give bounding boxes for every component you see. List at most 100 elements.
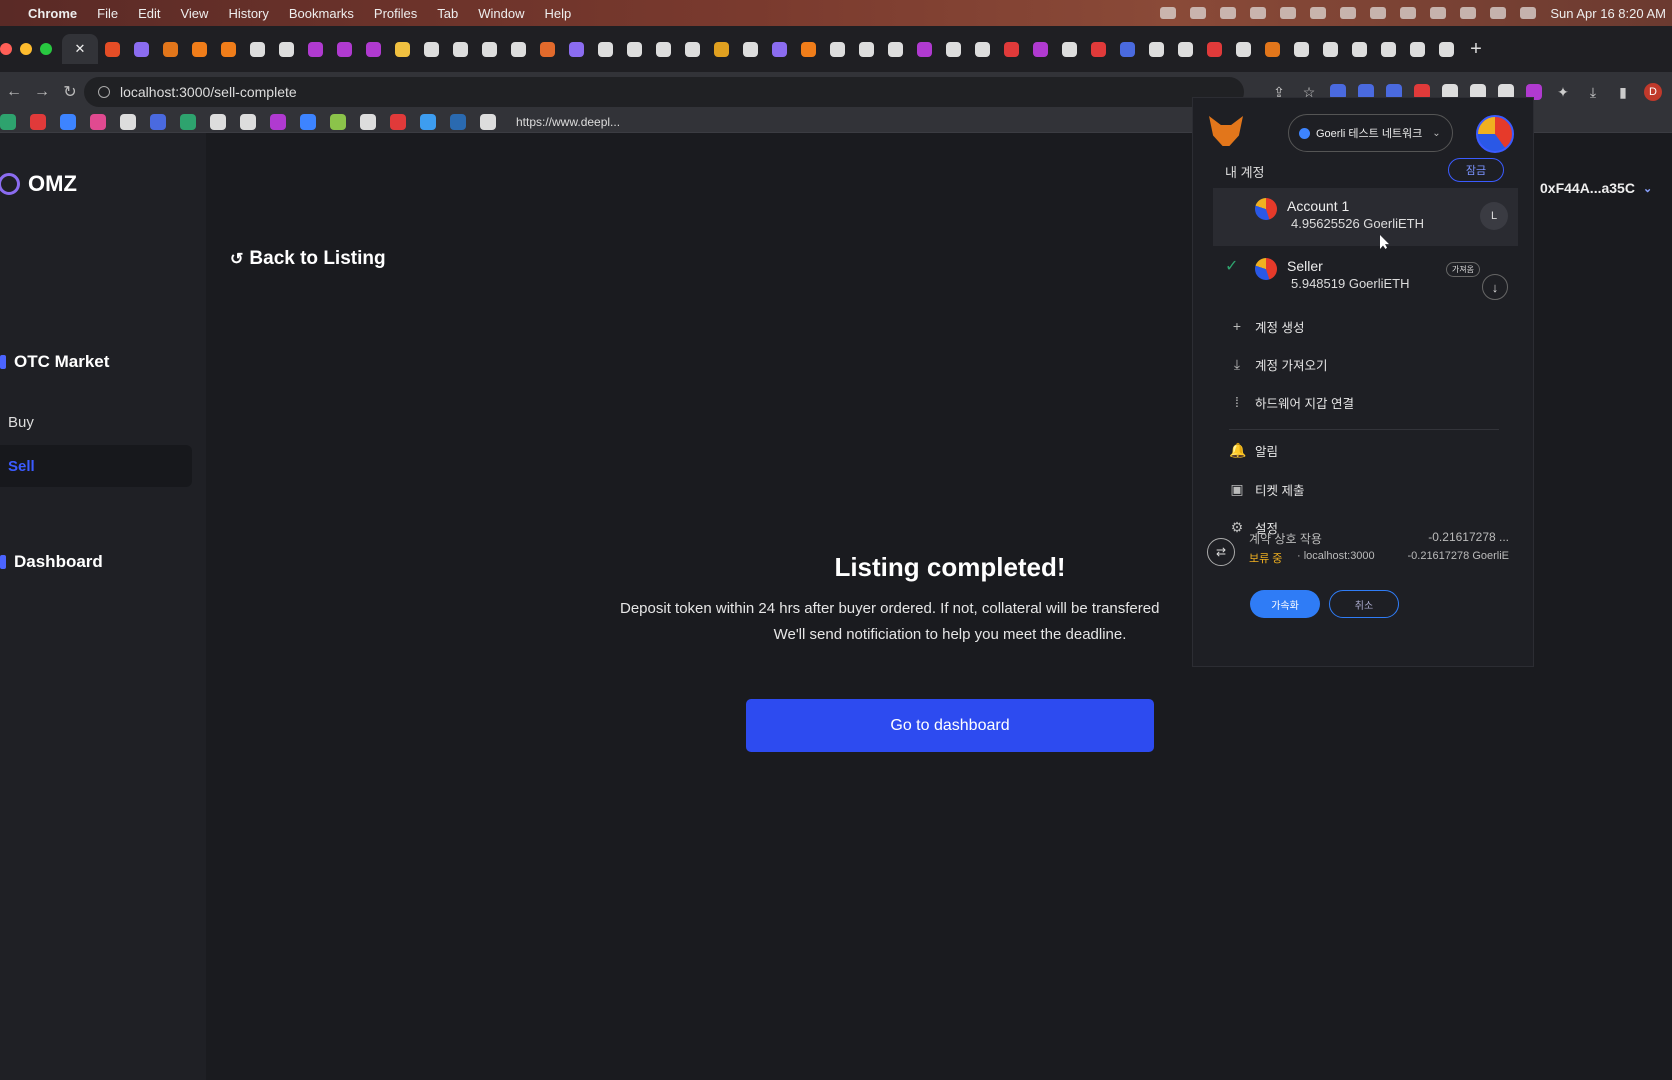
tab-31[interactable]	[939, 34, 968, 64]
status-battery-icon[interactable]	[1430, 7, 1447, 19]
tab-22[interactable]	[678, 34, 707, 64]
menu-tab[interactable]: Tab	[437, 6, 458, 21]
tab-45[interactable]	[1345, 34, 1374, 64]
side-panel-icon[interactable]: ▮	[1614, 84, 1632, 101]
tab-19[interactable]	[591, 34, 620, 64]
site-info-icon[interactable]	[98, 86, 110, 98]
tab-9[interactable]	[301, 34, 330, 64]
status-control-center-icon[interactable]	[1520, 7, 1537, 19]
bookmark-icon-9[interactable]	[240, 114, 256, 130]
status-keyboard-icon[interactable]	[1370, 7, 1387, 19]
tab-21[interactable]	[649, 34, 678, 64]
pending-transaction-row[interactable]: ⇄ 계약 상호 작용 보류 중 · localhost:3000 -0.2161…	[1207, 530, 1517, 580]
menu-notifications[interactable]: 🔔 알림	[1229, 436, 1499, 464]
menu-profiles[interactable]: Profiles	[374, 6, 417, 21]
menubar-clock[interactable]: Sun Apr 16 8:20 AM	[1550, 6, 1666, 21]
tab-38[interactable]	[1142, 34, 1171, 64]
tab-32[interactable]	[968, 34, 997, 64]
profile-avatar[interactable]: D	[1644, 83, 1662, 101]
download-arrow-icon[interactable]: ↓	[1482, 274, 1508, 300]
tab-13[interactable]	[417, 34, 446, 64]
menu-view[interactable]: View	[180, 6, 208, 21]
minimize-window-icon[interactable]	[20, 43, 32, 55]
tab-25[interactable]	[765, 34, 794, 64]
tab-47[interactable]	[1403, 34, 1432, 64]
bookmark-icon-1[interactable]	[0, 114, 16, 130]
sidebar-item-sell[interactable]: Sell	[0, 445, 192, 487]
downloads-icon[interactable]: ⤓	[1584, 84, 1602, 101]
tab-15[interactable]	[475, 34, 504, 64]
tab-18[interactable]	[562, 34, 591, 64]
tab-26[interactable]	[794, 34, 823, 64]
tab-29[interactable]	[881, 34, 910, 64]
lock-button[interactable]: 잠금	[1448, 158, 1504, 182]
tab-27[interactable]	[823, 34, 852, 64]
menu-history[interactable]: History	[228, 6, 268, 21]
tab-12[interactable]	[388, 34, 417, 64]
status-app-icon[interactable]	[1190, 7, 1207, 19]
network-selector[interactable]: Goerli 테스트 네트워크 ⌄	[1288, 114, 1453, 152]
menu-bookmarks[interactable]: Bookmarks	[289, 6, 354, 21]
bookmark-icon-6[interactable]	[150, 114, 166, 130]
tab-37[interactable]	[1113, 34, 1142, 64]
tab-active[interactable]: ✕	[62, 34, 98, 64]
bookmark-icon-14[interactable]	[390, 114, 406, 130]
app-logo[interactable]: OMZ	[0, 171, 77, 197]
menu-app-name[interactable]: Chrome	[28, 6, 77, 21]
speed-up-button[interactable]: 가속화	[1250, 590, 1320, 618]
tab-17[interactable]	[533, 34, 562, 64]
status-app-icon-2[interactable]	[1250, 7, 1267, 19]
sidebar-item-buy[interactable]: Buy	[0, 401, 192, 443]
tab-4[interactable]	[156, 34, 185, 64]
menu-connect-hardware-wallet[interactable]: ⁞ 하드웨어 지갑 연결	[1229, 388, 1499, 416]
menu-edit[interactable]: Edit	[138, 6, 160, 21]
bookmark-icon-10[interactable]	[270, 114, 286, 130]
tab-7[interactable]	[243, 34, 272, 64]
bookmark-icon-4[interactable]	[90, 114, 106, 130]
tab-41[interactable]	[1229, 34, 1258, 64]
close-window-icon[interactable]	[0, 43, 12, 55]
back-to-listing-link[interactable]: ↺ Back to Listing	[230, 248, 386, 270]
account-row-seller[interactable]: ✓ Seller 5.948519 GoerliETH 가져옴 ↓	[1213, 248, 1518, 306]
address-bar[interactable]: localhost:3000/sell-complete	[84, 77, 1244, 107]
sidebar-item-dashboard[interactable]: Dashboard	[0, 552, 103, 572]
status-play-icon[interactable]	[1340, 7, 1357, 19]
status-search-icon[interactable]	[1490, 7, 1507, 19]
tab-6[interactable]	[214, 34, 243, 64]
bookmark-icon-8[interactable]	[210, 114, 226, 130]
tab-24[interactable]	[736, 34, 765, 64]
tab-33[interactable]	[997, 34, 1026, 64]
tab-10[interactable]	[330, 34, 359, 64]
go-to-dashboard-button[interactable]: Go to dashboard	[746, 699, 1154, 752]
tab-20[interactable]	[620, 34, 649, 64]
zoom-window-icon[interactable]	[40, 43, 52, 55]
nav-section-otc-market[interactable]: OTC Market	[0, 352, 109, 372]
menu-submit-ticket[interactable]: ▣ 티켓 제출	[1229, 475, 1499, 503]
status-wifi-icon[interactable]	[1460, 7, 1477, 19]
bookmark-icon-7[interactable]	[180, 114, 196, 130]
tab-39[interactable]	[1171, 34, 1200, 64]
tab-34[interactable]	[1026, 34, 1055, 64]
bookmark-icon-17[interactable]	[480, 114, 496, 130]
menu-file[interactable]: File	[97, 6, 118, 21]
status-record-icon[interactable]	[1160, 7, 1177, 19]
close-tab-icon[interactable]: ✕	[75, 41, 86, 57]
menu-help[interactable]: Help	[545, 6, 572, 21]
tab-48[interactable]	[1432, 34, 1461, 64]
ledger-key-icon[interactable]: L	[1480, 202, 1508, 230]
bookmark-icon-2[interactable]	[30, 114, 46, 130]
extensions-puzzle-icon[interactable]: ✦	[1554, 84, 1572, 101]
menu-window[interactable]: Window	[478, 6, 524, 21]
tab-5[interactable]	[185, 34, 214, 64]
status-app-icon-3[interactable]	[1280, 7, 1297, 19]
tab-16[interactable]	[504, 34, 533, 64]
status-bluetooth-icon[interactable]	[1400, 7, 1417, 19]
bookmark-icon-16[interactable]	[450, 114, 466, 130]
account-avatar[interactable]	[1476, 115, 1514, 153]
status-glasses-icon[interactable]	[1220, 7, 1237, 19]
tab-43[interactable]	[1287, 34, 1316, 64]
reload-icon[interactable]: ↻	[56, 82, 84, 102]
tab-23[interactable]	[707, 34, 736, 64]
tab-36[interactable]	[1084, 34, 1113, 64]
cancel-button[interactable]: 취소	[1329, 590, 1399, 618]
